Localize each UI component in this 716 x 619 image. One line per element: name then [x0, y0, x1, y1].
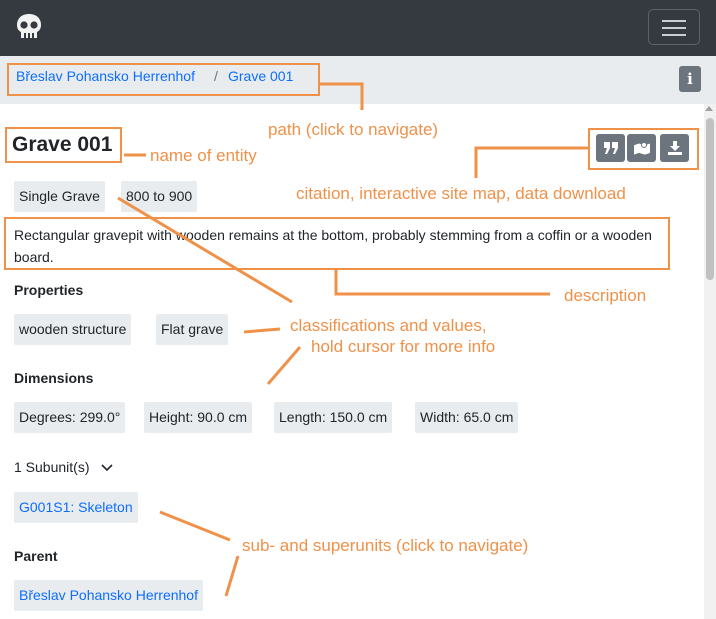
annotation-box-title: [5, 127, 122, 163]
annotation-box-actions: [588, 128, 699, 170]
annotation-subunits: sub- and superunits (click to navigate): [242, 536, 529, 555]
annotation-description: description: [564, 286, 647, 305]
subunits-toggle[interactable]: 1 Subunit(s): [14, 459, 113, 475]
annotation-box-description: [4, 217, 670, 270]
subunits-label: 1 Subunit(s): [14, 459, 90, 475]
property-chip[interactable]: wooden structure: [14, 314, 132, 345]
date-tag[interactable]: 800 to 900: [121, 181, 198, 212]
annotation-classifications: classifications and values,: [290, 316, 487, 335]
info-button[interactable]: i: [679, 66, 701, 92]
dimensions-heading: Dimensions: [14, 370, 94, 386]
chevron-down-icon: [101, 464, 113, 472]
dimension-chip[interactable]: Length: 150.0 cm: [274, 402, 393, 433]
annotation-box-path: [7, 63, 320, 96]
parent-link[interactable]: Břeslav Pohansko Herrenhof: [14, 580, 203, 611]
annotation-classifications-hint: hold cursor for more info: [311, 337, 496, 356]
property-chip[interactable]: Flat grave: [156, 314, 229, 345]
properties-heading: Properties: [14, 282, 84, 298]
dimension-chip[interactable]: Width: 65.0 cm: [415, 402, 519, 433]
hamburger-icon: [662, 20, 686, 22]
subunit-link[interactable]: G001S1: Skeleton: [14, 492, 138, 523]
type-tag[interactable]: Single Grave: [14, 181, 105, 212]
dimension-chip[interactable]: Height: 90.0 cm: [144, 402, 253, 433]
annotation-citation: citation, interactive site map, data dow…: [296, 184, 626, 203]
parent-heading: Parent: [14, 548, 58, 564]
dimension-chip[interactable]: Degrees: 299.0°: [14, 402, 126, 433]
annotation-path: path (click to navigate): [268, 120, 439, 139]
annotation-name: name of entity: [150, 146, 257, 165]
navbar: [0, 0, 716, 56]
scroll-up-arrow-icon[interactable]: [705, 106, 713, 111]
menu-toggle-button[interactable]: [648, 9, 700, 45]
scrollbar-thumb[interactable]: [706, 118, 714, 280]
skull-icon[interactable]: [14, 12, 44, 42]
